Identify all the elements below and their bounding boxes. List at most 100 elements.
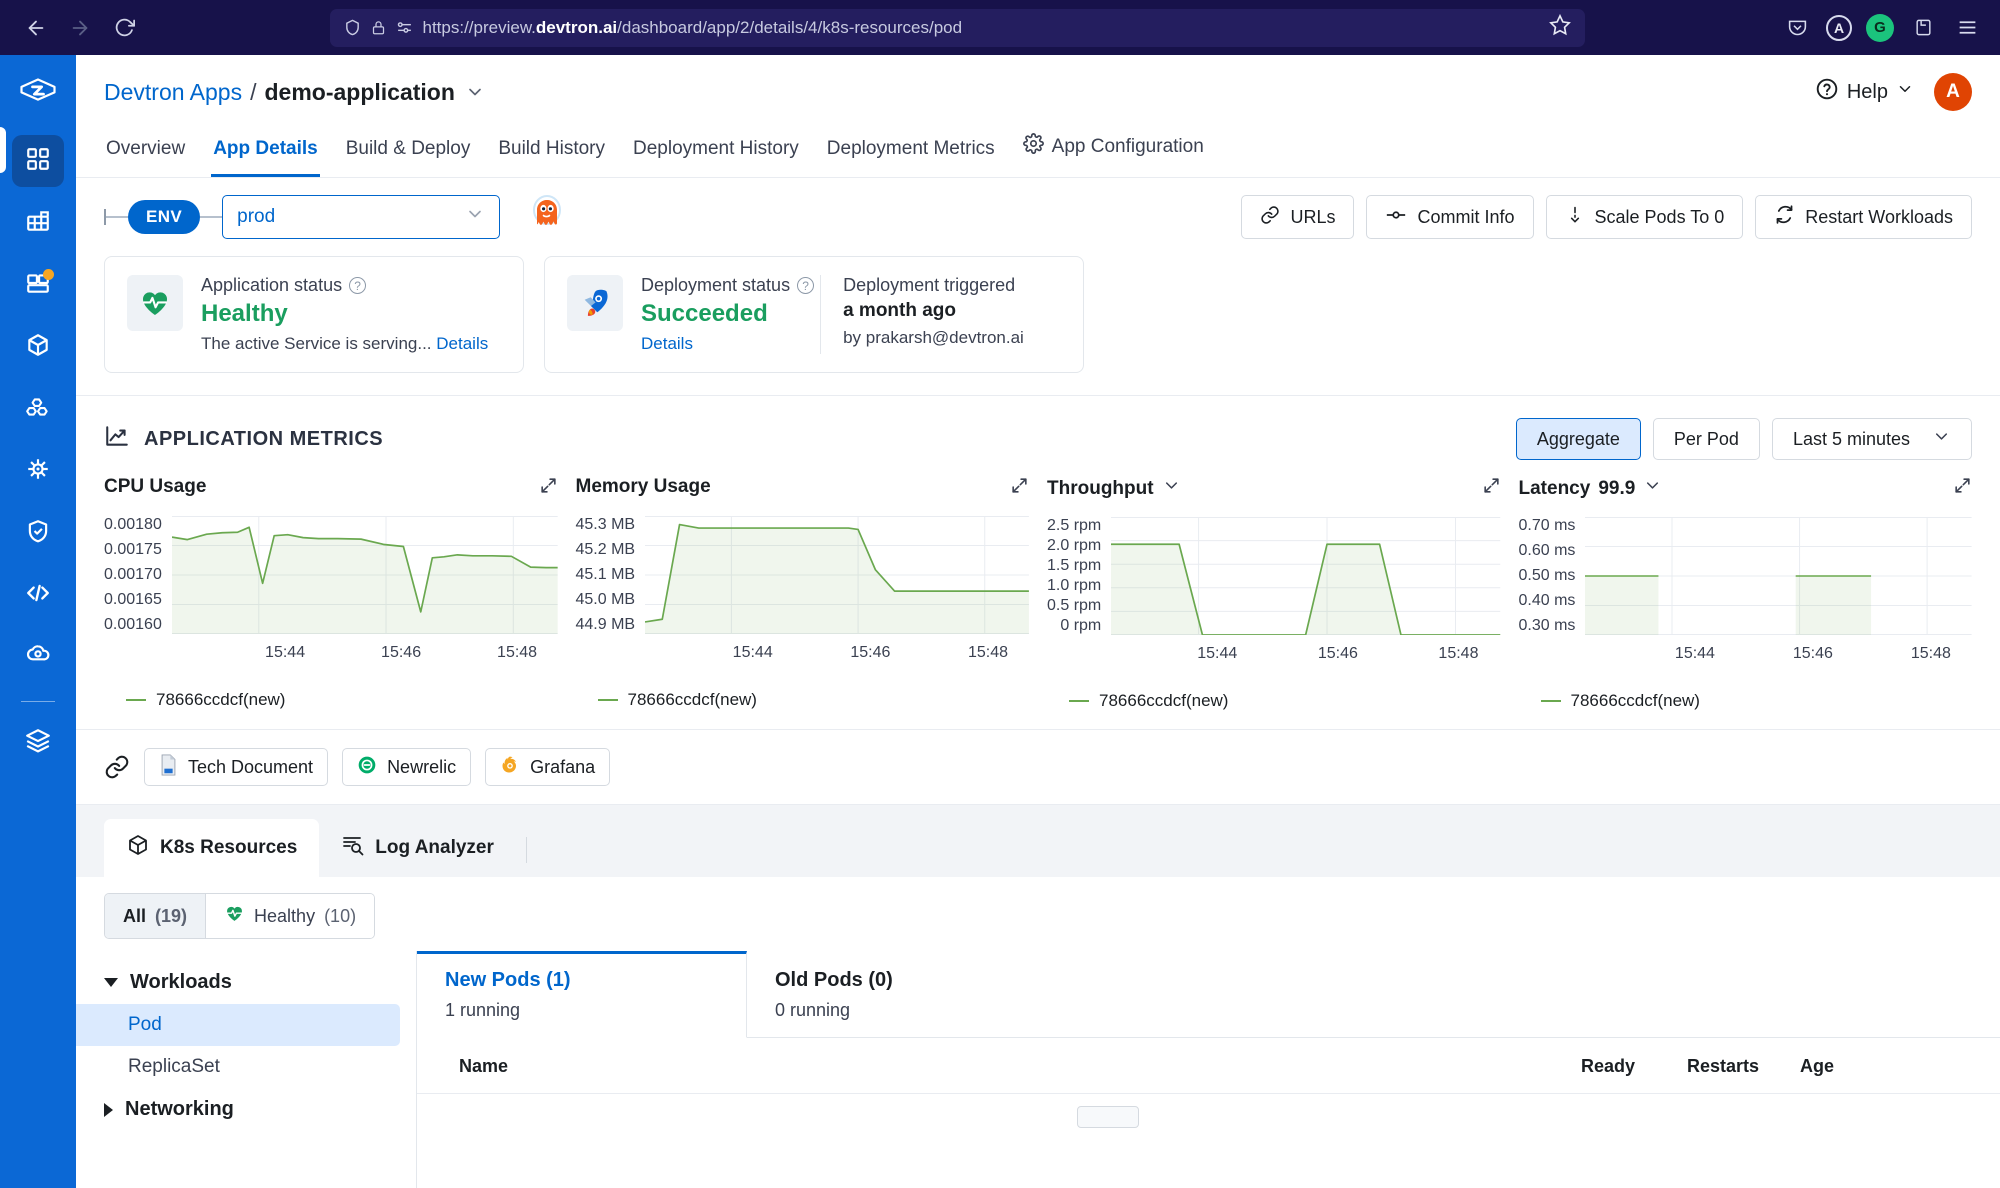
sidebar-item-chart-store[interactable] [12,259,64,311]
sidebar-item-jobs[interactable] [12,197,64,249]
help-button[interactable]: Help [1815,77,1914,107]
chart-throughput-plot [1111,517,1500,635]
expand-icon[interactable] [1953,476,1972,500]
tree-group-networking[interactable]: Networking [76,1088,416,1131]
pocket-icon[interactable] [1782,13,1812,43]
sidebar-item-resource-browser[interactable] [12,383,64,435]
table-row[interactable] [1077,1106,1139,1128]
y-tick: 0.30 ms [1519,617,1576,635]
tab-label: Build History [498,138,605,160]
back-arrow-icon[interactable] [18,10,54,46]
grid-icon [25,146,51,177]
tab-build-and-deploy[interactable]: Build & Deploy [344,132,473,177]
time-range-select[interactable]: Last 5 minutes [1772,418,1972,460]
avatar[interactable]: A [1934,73,1972,111]
sidebar-item-stack-manager[interactable] [12,716,64,768]
expand-icon[interactable] [1010,476,1029,500]
breadcrumb-root-link[interactable]: Devtron Apps [104,79,242,106]
env-select[interactable]: prod [222,195,500,239]
y-tick: 0.00165 [104,591,162,609]
filter-healthy[interactable]: Healthy (10) [205,894,374,938]
devtron-logo[interactable] [11,69,65,123]
y-tick: 45.1 MB [576,566,636,584]
x-tick: 15:46 [1793,645,1833,663]
chevron-down-icon [1896,80,1914,104]
trend-up-icon [104,423,130,455]
browser-toolbar: https://preview.devtron.ai/dashboard/app… [0,0,2000,55]
external-link-newrelic[interactable]: Newrelic [342,748,471,786]
chart-latency-legend: 78666ccdcf(new) [1519,691,1973,711]
sidebar-item-global-configurations[interactable] [12,631,64,683]
pod-tab-title: Old Pods (0) [775,969,1972,992]
application-metrics-section: APPLICATION METRICS Aggregate Per Pod La… [76,395,2000,729]
address-bar[interactable]: https://preview.devtron.ai/dashboard/app… [330,9,1585,47]
page-title: demo-application [264,79,454,106]
header-right-actions: Help A [1815,73,1972,111]
k8s-resources-panel: All (19) Healthy (10) [76,877,2000,1188]
sidebar-item-clusters[interactable] [12,445,64,497]
chart-latency: Latency 99.9 0.70 ms 0 [1519,476,1973,711]
column-header-restarts: Restarts [1687,1056,1800,1077]
external-link-tech-document[interactable]: Tech Document [144,748,328,786]
sidebar-item-security[interactable] [12,507,64,559]
pods-section: New Pods (1) 1 running Old Pods (0) 0 ru… [416,951,2000,1188]
chevron-down-icon[interactable] [465,82,485,102]
chevron-down-icon[interactable] [1643,476,1662,501]
account-avatar[interactable]: A [1826,15,1852,41]
application-status-value: Healthy [201,300,488,328]
newrelic-icon [357,755,377,780]
column-header-ready: Ready [1581,1056,1687,1077]
pod-tab-subtitle: 0 running [775,1000,1972,1021]
browser-right-icons: A G [1772,13,1982,43]
filter-all[interactable]: All (19) [105,894,205,938]
question-circle-icon[interactable]: ? [797,277,814,294]
application-status-details-link[interactable]: Details [436,334,488,353]
permissions-icon[interactable] [396,19,413,36]
table-grid-icon [25,208,51,239]
sidebar-item-applications[interactable] [12,135,64,187]
tab-deployment-history[interactable]: Deployment History [631,132,801,177]
restart-workloads-button-label: Restart Workloads [1805,207,1953,228]
pod-tab-old-pods[interactable]: Old Pods (0) 0 running [747,951,2000,1038]
extensions-icon[interactable] [1908,13,1938,43]
tab-deployment-metrics[interactable]: Deployment Metrics [825,132,997,177]
scale-pods-button[interactable]: Scale Pods To 0 [1546,195,1744,239]
question-circle-icon[interactable]: ? [349,277,366,294]
tree-group-workloads[interactable]: Workloads [76,961,416,1004]
expand-icon[interactable] [539,476,558,500]
y-tick: 2.0 rpm [1047,537,1101,555]
y-tick: 0 rpm [1060,617,1101,635]
expand-icon[interactable] [1482,476,1501,500]
commit-info-button[interactable]: Commit Info [1366,195,1533,239]
tab-k8s-resources[interactable]: K8s Resources [104,819,319,877]
tab-build-history[interactable]: Build History [496,132,607,177]
hamburger-menu-icon[interactable] [1952,13,1982,43]
sidebar-item-bulk-edit[interactable] [12,569,64,621]
legend-label: 78666ccdcf(new) [1099,691,1228,711]
reload-icon[interactable] [106,10,142,46]
chart-throughput-y-axis: 2.5 rpm 2.0 rpm 1.5 rpm 1.0 rpm 0.5 rpm … [1047,517,1111,635]
tab-overview[interactable]: Overview [104,132,187,177]
pod-tab-new-pods[interactable]: New Pods (1) 1 running [417,951,747,1038]
chart-cpu-plot [172,516,558,634]
tab-app-configuration[interactable]: App Configuration [1021,127,1206,177]
x-tick: 15:48 [1911,645,1951,663]
sidebar-item-software-distribution-hub[interactable] [12,321,64,373]
tab-log-analyzer[interactable]: Log Analyzer [319,819,516,877]
per-pod-toggle[interactable]: Per Pod [1653,418,1760,460]
legend-swatch [1541,700,1561,702]
deployment-status-details-link[interactable]: Details [641,334,693,354]
tab-app-details[interactable]: App Details [211,132,320,177]
forward-arrow-icon[interactable] [62,10,98,46]
urls-button[interactable]: URLs [1241,195,1354,239]
chevron-down-icon[interactable] [1162,476,1181,501]
star-icon[interactable] [1549,14,1571,41]
tree-item-pod[interactable]: Pod [76,1004,400,1046]
cloud-gear-icon [25,642,51,673]
tree-item-replicaset[interactable]: ReplicaSet [76,1046,400,1088]
aggregate-toggle[interactable]: Aggregate [1516,418,1641,460]
profile-avatar[interactable]: G [1866,14,1894,42]
external-link-grafana[interactable]: Grafana [485,748,610,786]
urls-button-label: URLs [1290,207,1335,228]
restart-workloads-button[interactable]: Restart Workloads [1755,195,1972,239]
